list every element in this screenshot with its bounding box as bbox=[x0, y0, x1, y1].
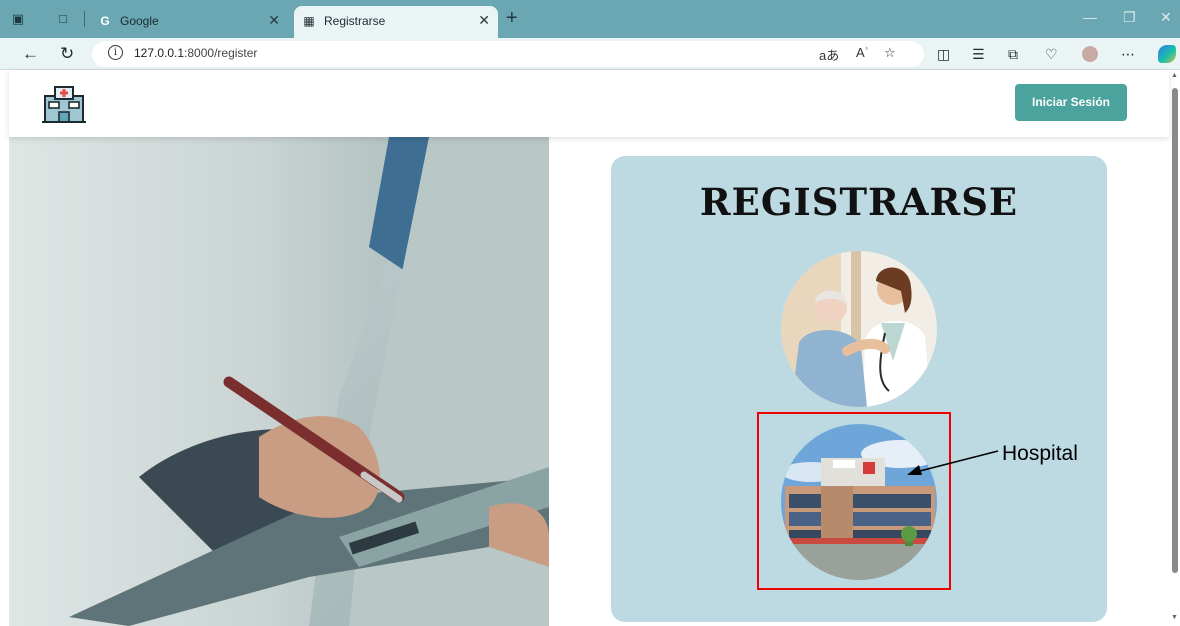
login-button[interactable]: Iniciar Sesión bbox=[1015, 84, 1127, 121]
url-text[interactable]: 127.0.0.1:8000/register bbox=[134, 46, 257, 60]
restore-icon[interactable]: ❐ bbox=[1123, 9, 1136, 26]
tab-registrarse[interactable]: ▦ Registrarse ✕ bbox=[294, 6, 498, 38]
close-icon[interactable]: ✕ bbox=[268, 12, 280, 29]
url-host: 127.0.0.1 bbox=[134, 46, 185, 60]
close-icon[interactable]: ✕ bbox=[478, 12, 490, 29]
read-aloud-icon[interactable]: Aʾ bbox=[856, 45, 869, 60]
minimize-icon[interactable]: — bbox=[1083, 9, 1097, 25]
workspaces-icon[interactable]: ▣ bbox=[10, 11, 26, 27]
translate-icon[interactable]: aあ bbox=[819, 45, 839, 64]
annotation-arrow bbox=[907, 450, 999, 475]
favorite-star-icon[interactable]: ☆ bbox=[884, 45, 896, 61]
register-page: Iniciar Sesión REGISTRARSE Hospital bbox=[9, 70, 1169, 626]
browser-toolbar: ← ↻ i 127.0.0.1:8000/register aあ Aʾ ☆ ◫ … bbox=[0, 38, 1180, 70]
doctor-photo bbox=[9, 137, 549, 626]
tab-google[interactable]: G Google ✕ bbox=[90, 6, 288, 38]
copilot-icon[interactable] bbox=[1158, 45, 1176, 63]
tab-title: Google bbox=[120, 14, 159, 28]
hospital-favicon-icon: ▦ bbox=[303, 14, 315, 28]
window-close-icon[interactable]: ✕ bbox=[1160, 9, 1172, 26]
hero-doctor-image bbox=[9, 137, 549, 626]
scroll-up-icon[interactable]: ▲ bbox=[1171, 72, 1178, 79]
register-card: REGISTRARSE bbox=[611, 156, 1107, 622]
refresh-icon[interactable]: ↻ bbox=[60, 44, 74, 64]
scrollbar-thumb[interactable] bbox=[1172, 88, 1178, 573]
more-menu-icon[interactable]: ⋯ bbox=[1121, 46, 1135, 62]
tab-title: Registrarse bbox=[324, 14, 386, 28]
annotation-label: Hospital bbox=[1002, 442, 1078, 465]
selection-highlight-box bbox=[757, 412, 951, 590]
page-scrollbar[interactable]: ▲ ▼ bbox=[1169, 70, 1180, 626]
new-tab-icon[interactable]: + bbox=[506, 6, 518, 30]
site-header: Iniciar Sesión bbox=[9, 70, 1169, 137]
favorites-icon[interactable]: ☰ bbox=[972, 46, 985, 62]
site-info-icon[interactable]: i bbox=[108, 45, 123, 60]
tab-actions-icon[interactable]: □ bbox=[55, 11, 71, 27]
patient-option[interactable] bbox=[781, 251, 937, 407]
tab-separator bbox=[84, 11, 85, 27]
profile-avatar-icon[interactable] bbox=[1082, 46, 1098, 62]
url-path: :8000/register bbox=[184, 46, 258, 60]
patient-doctor-image bbox=[781, 251, 937, 407]
extensions-icon[interactable]: ♡ bbox=[1045, 46, 1058, 62]
page-title: REGISTRARSE bbox=[699, 180, 1019, 224]
collections-icon[interactable]: ⧉ bbox=[1008, 46, 1018, 62]
split-screen-icon[interactable]: ◫ bbox=[937, 46, 950, 62]
hospital-logo-icon[interactable] bbox=[41, 84, 87, 124]
back-icon[interactable]: ← bbox=[22, 44, 39, 64]
google-g-icon: G bbox=[100, 14, 110, 28]
address-bar[interactable]: i 127.0.0.1:8000/register aあ Aʾ ☆ bbox=[92, 41, 924, 67]
scroll-down-icon[interactable]: ▼ bbox=[1171, 614, 1178, 621]
browser-tab-bar: ▣ □ G Google ✕ ▦ Registrarse ✕ + — ❐ ✕ bbox=[0, 0, 1180, 38]
